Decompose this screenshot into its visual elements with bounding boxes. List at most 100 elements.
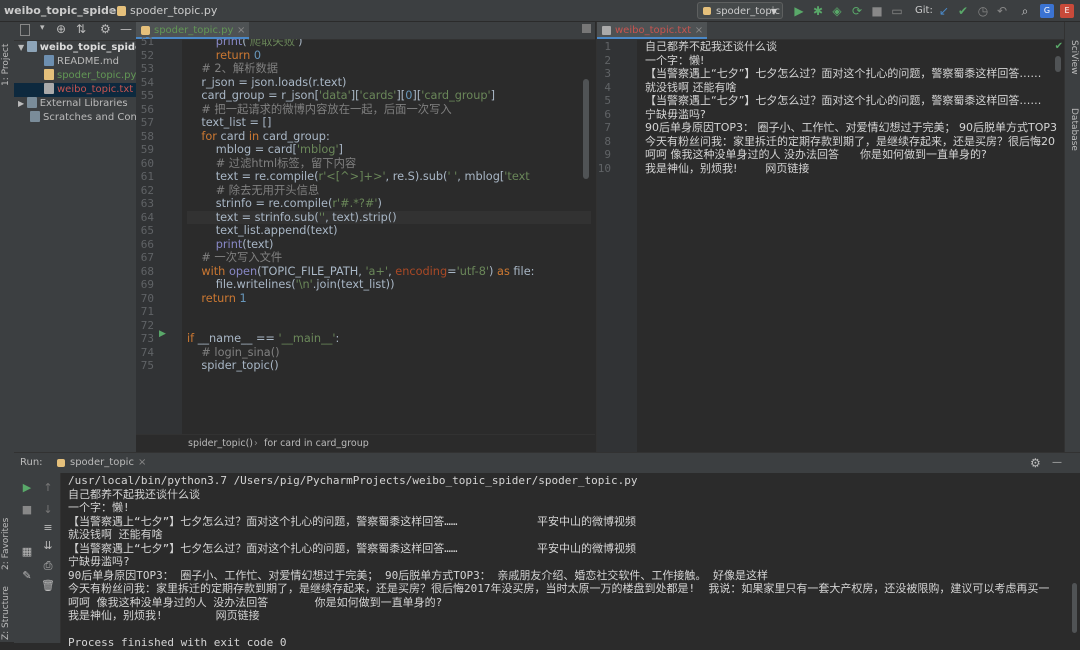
locate-icon[interactable]: ⊕ [56,22,66,36]
scroll-down-icon[interactable]: ↓ [41,503,55,517]
git-rollback-icon[interactable]: ↶ [995,4,1009,18]
line-number: 4 [604,80,611,94]
code-line: # 一次写入文件 [201,251,283,264]
console-line: 呵呵 像我这种没单身过的人 没办法回答 你是如何做到一直单身的? [68,595,443,609]
run-config-select[interactable]: spoder_topic ▼ [697,2,783,19]
text-line: 我是神仙，别烦我! 网页链接 [645,161,810,175]
code-area[interactable]: print('爬取失败') return 0 # 2、解析数据 r_json =… [183,39,591,434]
console-line: 就没钱啊 还能有啥 [68,528,163,541]
navigation-bar: weibo_topic_spider › spoder_topic.py spo… [0,0,1080,22]
trash-icon[interactable]: 🗑 [41,579,55,593]
line-number: 54 [140,75,154,89]
translate-icon[interactable]: G [1040,4,1054,18]
tab-label: weibo_topic.txt [615,25,692,36]
debug-icon[interactable]: ✱ [811,4,825,18]
favorites-tool-button[interactable]: 2: Favorites [1,518,11,570]
structure-tool-button[interactable]: Z: Structure [1,586,11,640]
profile-icon[interactable]: ⟳ [850,4,864,18]
code-line: if __name__ == '__main__': [187,332,340,345]
hide-icon[interactable]: — [120,22,132,36]
tree-item-label: README.md [57,56,120,67]
stop-icon[interactable]: ■ [870,4,884,18]
run-icon[interactable]: ▶ [792,4,806,18]
text-line: 90后单身原因TOP3： 圈子小、工作忙、对爱情幻想过于完美； 90后脱单方式T… [645,121,1058,134]
text-line-gutter: 1 2 3 4 5 6 7 8 9 10 [597,39,637,452]
scroll-up-icon[interactable]: ↑ [41,481,55,495]
text-file-icon [44,83,54,94]
console-line: 90后单身原因TOP3： 圈子小、工作忙、对爱情幻想过于完美； 90后脱单方式T… [68,568,768,582]
tree-item-root[interactable]: ▼ weibo_topic_spider [14,41,140,55]
run-toolbar: ▶ ↑ ■ ↓ ≡ ▦ ⇊ ✎ ⎙ 🗑 [14,473,61,643]
console-line: /usr/local/bin/python3.7 /Users/pig/Pych… [68,474,638,487]
code-line: card_group = r_json['data']['cards'][0][… [187,89,496,102]
sciview-tool-button[interactable]: SciView [1069,40,1079,75]
gear-icon[interactable]: ⚙ [100,22,111,36]
close-icon[interactable]: × [237,22,245,39]
line-number: 5 [604,94,611,107]
tab-weibo-topic[interactable]: weibo_topic.txt × [597,22,708,39]
tree-item-external-libraries[interactable]: ▶ External Libraries [14,97,140,111]
text-line: 今天有粉丝问我：家里拆迁的定期存款到期了，是继续存起来，还是买房？很后悔20 [645,134,1055,148]
line-gutter: 51 52 53 54 55 56 57 58 59 60 61 62 63 64 65 66 67 68 69 70… [136,35,182,434]
text-line: 一个字：懒! [645,53,705,67]
tree-item-scratches[interactable]: Scratches and Consoles [14,111,152,125]
chevron-down-icon[interactable]: ▾ [40,23,45,33]
text-line: 【当警察遇上“七夕”】七夕怎么过？面对这个扎心的问题，警察蜀黍这样回答…… [645,67,1042,80]
scroll-to-end-icon[interactable]: ⇊ [41,539,55,553]
editor-scrollbar[interactable] [583,79,589,179]
chevron-down-icon: ▼ [770,7,777,16]
console-line: 自己都养不起我还谈什么谈 [68,487,200,501]
close-icon[interactable]: × [138,453,146,473]
git-history-icon[interactable]: ◷ [976,4,990,18]
line-number: 70 [140,291,154,305]
line-number: 53 [140,62,154,75]
line-number: 71 [140,305,154,318]
text-line: 【当警察遇上“七夕”】七夕怎么过？面对这个扎心的问题，警察蜀黍这样回答…… [645,94,1042,107]
project-tool-button[interactable]: 1: Project [1,44,11,86]
close-icon[interactable]: × [695,22,703,39]
editor-tabs: spoder_topic.py × [136,22,595,40]
code-breadcrumb: spider_topic() › for card in card_group [136,434,595,453]
database-tool-button[interactable]: Database [1069,108,1079,151]
gear-icon[interactable]: ⚙ [1030,453,1041,473]
console-scrollbar[interactable] [1072,583,1077,633]
text-line: 呵呵 像我这种没单身过的人 没办法回答 你是如何做到一直单身的? [645,148,987,161]
git-commit-icon[interactable]: ✔ [956,4,970,18]
line-number: 9 [604,148,611,161]
collapse-icon[interactable]: ⇅ [76,22,86,36]
code-line: spider_topic() [187,359,279,372]
hide-icon[interactable]: — [1052,453,1062,473]
layout-icon[interactable]: ▦ [20,545,34,559]
soft-wrap-icon[interactable]: ≡ [41,521,55,535]
left-tool-strip: 1: Project 2: Favorites Z: Structure [0,22,15,642]
text-scrollbar[interactable] [1055,56,1061,72]
breadcrumb-function[interactable]: spider_topic() [188,435,253,453]
code-line: # 把一起请求的微博内容放在一起，后面一次写入 [201,102,452,116]
stop-icon[interactable]: ■ [20,503,34,517]
layout-icon[interactable]: ▭ [890,4,904,18]
line-number: 10 [597,161,611,175]
run-config-tab[interactable]: spoder_topic [70,453,134,473]
breadcrumb-separator: › [254,438,258,449]
console-line: 一个字：懒! [68,501,130,514]
git-update-icon[interactable]: ↙ [937,4,951,18]
rerun-icon[interactable]: ▶ [20,481,34,495]
tree-item-label: External Libraries [39,98,128,109]
search-icon[interactable]: ⌕ [1018,4,1032,18]
check-icon: ✔ [1054,41,1063,52]
breadcrumb-loop[interactable]: for card in card_group [264,435,369,453]
tab-label: spoder_topic.py [154,25,234,36]
tree-item-label: weibo_topic.txt [57,84,134,95]
coverage-icon[interactable]: ◈ [830,4,844,18]
plugin-icon[interactable]: E [1060,4,1074,18]
line-number: 73 [140,332,154,345]
run-gutter-icon[interactable]: ▶ [159,329,166,339]
breadcrumb-file[interactable]: spoder_topic.py [130,4,217,17]
breadcrumb-project[interactable]: weibo_topic_spider [4,4,122,17]
print-icon[interactable]: ⎙ [41,559,55,573]
text-file-icon [602,26,611,35]
line-number: 8 [604,134,611,148]
line-number: 68 [140,264,154,278]
pin-icon[interactable]: ✎ [20,569,34,583]
line-number: 2 [604,53,611,67]
